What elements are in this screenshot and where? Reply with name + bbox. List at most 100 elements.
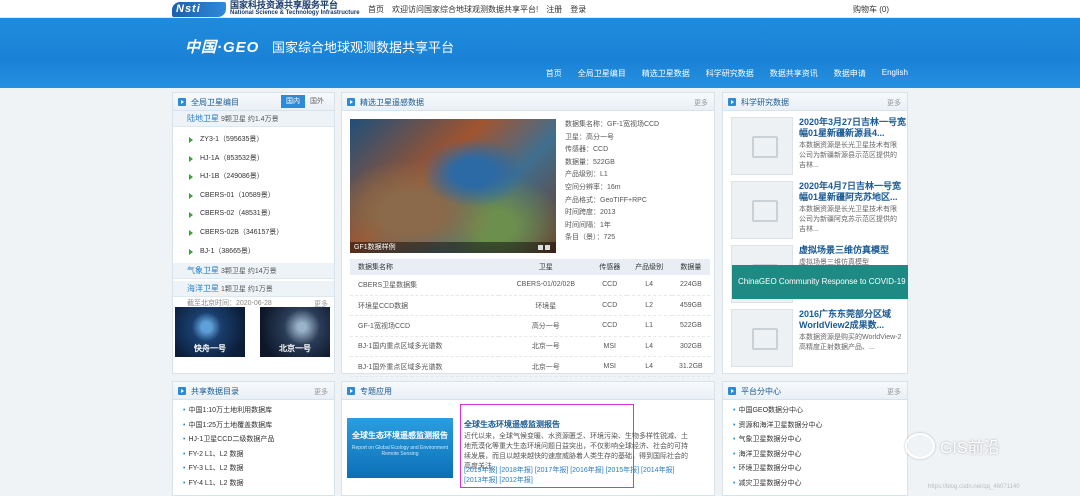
platform-more-link[interactable]: 更多 — [887, 387, 901, 397]
nsti-logo[interactable]: Nsti 国家科技资源共享服务平台 National Science & Tec… — [172, 0, 360, 18]
list-item[interactable]: 中国1:25万土地覆盖数据库 — [183, 419, 334, 434]
image-placeholder-icon — [731, 117, 793, 175]
green-arrow-icon — [189, 193, 193, 200]
table-row[interactable]: BJ-1国外重点区域多光谱数 北京一号 MSI L4 31.2GB — [350, 356, 710, 378]
logo-cn-text: 国家科技资源共享服务平台 — [230, 0, 339, 10]
wechat-icon — [905, 433, 935, 459]
list-item[interactable]: CBERS-01（10589景） — [189, 187, 334, 206]
list-item[interactable]: ZY3-1（595635景） — [189, 131, 334, 150]
top-bar: Nsti 国家科技资源共享服务平台 National Science & Tec… — [0, 0, 1080, 18]
logo-mark: Nsti — [172, 1, 226, 17]
site-title: 国家综合地球观测数据共享平台 — [272, 40, 455, 55]
top-home-link[interactable]: 首页 — [368, 4, 384, 15]
land-satellite-list: ZY3-1（595635景） HJ-1A（853532景） HJ-1B（2490… — [173, 127, 334, 261]
shared-more-link[interactable]: 更多 — [314, 387, 328, 397]
table-row[interactable]: GF-1宽视场CCD 高分一号 CCD L1 522GB — [350, 315, 710, 337]
shared-data-panel: 共享数据目录 更多 中国1:10万土地利用数据库 中国1:25万土地覆盖数据库 … — [172, 381, 335, 496]
list-item[interactable]: HJ-1B（249086景） — [189, 168, 334, 187]
platform-panel: 平台分中心 更多 中国GEO数据分中心 资源和海洋卫星数据分中心 气象卫星数据分… — [722, 381, 908, 496]
list-item[interactable]: FY-3 L1、L2 数据 — [183, 462, 334, 477]
topic-title: 专题应用 — [360, 387, 392, 396]
selected-data-panel: 精选卫星遥感数据 更多 GF1数据样例 数据集名称：GF-1宽视场CCD 卫星：… — [341, 92, 715, 378]
kuaizhou-thumbnail[interactable]: 快舟一号 — [175, 307, 245, 357]
nav-english[interactable]: English — [882, 68, 908, 79]
research-item[interactable]: 2020年3月27日吉林一号宽幅01星新疆新源县4... 本数据资源是长光卫星技… — [731, 117, 906, 181]
list-item[interactable]: CBERS-02B（346157景） — [189, 224, 334, 243]
nav-research-data[interactable]: 科学研究数据 — [706, 68, 754, 79]
green-arrow-icon — [189, 248, 193, 255]
list-item[interactable]: 中国1:10万土地利用数据库 — [183, 404, 334, 419]
dataset-metadata: 数据集名称：GF-1宽视场CCD 卫星：高分一号 传感器：CCD 数据量：522… — [565, 121, 660, 242]
list-item[interactable]: HJ-1A（853532景） — [189, 150, 334, 169]
tab-domestic[interactable]: 国内 — [281, 95, 305, 108]
list-item[interactable]: 海洋卫星数据分中心 — [733, 448, 907, 463]
research-more-link[interactable]: 更多 — [887, 98, 901, 108]
research-item[interactable]: 2020年4月7日吉林一号宽幅01星新疆阿克苏地区... 本数据资源是长光卫星技… — [731, 181, 903, 245]
panel-arrow-icon — [728, 387, 736, 395]
research-panel: 科学研究数据 更多 2020年3月27日吉林一号宽幅01星新疆新源县4... 本… — [722, 92, 908, 374]
table-row[interactable]: CBERS卫星数据集 CBERS-01/02/02B CCD L4 224GB — [350, 275, 710, 296]
weather-satellite-header[interactable]: 气象卫星 3颗卫星 约14万景 — [173, 263, 334, 280]
topic-panel: 专题应用 全球生态环境遥感监测报告 Report on Global Ecolo… — [341, 381, 715, 496]
report-title-link[interactable]: 全球生态环境遥感监测报告 — [464, 419, 560, 430]
slide-dot[interactable] — [545, 245, 550, 250]
header-banner: 中国·GEO 国家综合地球观测数据共享平台 首页 全局卫星编目 精选卫星数据 科… — [0, 18, 1080, 88]
panel-arrow-icon — [347, 98, 355, 106]
tab-foreign[interactable]: 国外 — [305, 95, 329, 108]
panel-arrow-icon — [728, 98, 736, 106]
ocean-satellite-header[interactable]: 海洋卫星 1颗卫星 约1万景 — [173, 281, 334, 298]
list-item[interactable]: BJ-1（38665景） — [189, 243, 334, 262]
panel-arrow-icon — [178, 387, 186, 395]
dataset-table: 数据集名称 卫星 传感器 产品级别 数据量 CBERS卫星数据集 CBERS-01… — [350, 259, 710, 378]
list-item[interactable]: CBERS-02（48531景） — [189, 205, 334, 224]
nav-news[interactable]: 数据共享资讯 — [770, 68, 818, 79]
image-caption: GF1数据样例 — [350, 242, 556, 253]
panel-arrow-icon — [178, 98, 186, 106]
list-item[interactable]: 气象卫星数据分中心 — [733, 433, 907, 448]
main-nav: 首页 全局卫星编目 精选卫星数据 科学研究数据 数据共享资讯 数据申请 Engl… — [546, 68, 908, 79]
nav-selected-data[interactable]: 精选卫星数据 — [642, 68, 690, 79]
green-arrow-icon — [189, 174, 193, 181]
table-row[interactable]: 环境星CCD数据 环境星 CCD L2 459GB — [350, 295, 710, 317]
list-item[interactable]: 中国GEO数据分中心 — [733, 404, 907, 419]
green-arrow-icon — [189, 155, 193, 162]
green-arrow-icon — [189, 137, 193, 144]
panel-arrow-icon — [347, 387, 355, 395]
green-arrow-icon — [189, 230, 193, 237]
research-item[interactable]: 2016广东东莞部分区域WorldView2成果数... 本数据资源是购买的Wo… — [731, 309, 903, 373]
report-cover-image[interactable]: 全球生态环境遥感监测报告 Report on Global Ecology an… — [347, 418, 453, 478]
table-row[interactable]: BJ-1国内重点区域多光谱数 北京一号 MSI L4 302GB — [350, 336, 710, 358]
shared-title: 共享数据目录 — [191, 387, 239, 396]
image-placeholder-icon — [731, 309, 793, 367]
catalog-title: 全局卫星编目 — [191, 98, 239, 107]
china-geo-logo[interactable]: 中国·GEO — [185, 36, 259, 57]
land-satellite-header[interactable]: 陆地卫星 9颗卫星 约1.4万景 — [173, 111, 334, 127]
slide-dot[interactable] — [538, 245, 543, 250]
list-item[interactable]: FY-2 L1、L2 数据 — [183, 448, 334, 463]
logo-en-text: National Science & Technology Infrastruc… — [230, 10, 360, 16]
nav-global-catalog[interactable]: 全局卫星编目 — [578, 68, 626, 79]
satellite-sample-image[interactable]: GF1数据样例 — [350, 119, 556, 253]
cart-link[interactable]: 购物车 (0) — [853, 4, 889, 15]
covid-banner[interactable]: ChinaGEO Community Response to COVID-19 — [732, 265, 908, 299]
watermark: GIS前沿 — [905, 433, 1000, 459]
nav-data-request[interactable]: 数据申请 — [834, 68, 866, 79]
list-item[interactable]: FY-4 L1、L2 数据 — [183, 477, 334, 492]
register-link[interactable]: 注册 — [546, 4, 562, 15]
image-placeholder-icon — [731, 181, 793, 239]
list-item[interactable]: 资源和海洋卫星数据分中心 — [733, 419, 907, 434]
welcome-text: 欢迎访问国家综合地球观测数据共享平台! — [392, 5, 539, 14]
report-year-links[interactable]: [2019年报] [2018年报] [2017年报] [2016年报] [201… — [464, 466, 692, 486]
login-link[interactable]: 登录 — [570, 4, 586, 15]
list-item[interactable]: 减灾卫星数据分中心 — [733, 477, 907, 492]
watermark-url: https://blog.csdn.net/qq_46071140 — [928, 484, 1020, 490]
platform-title: 平台分中心 — [741, 387, 781, 396]
research-title: 科学研究数据 — [741, 98, 789, 107]
nav-home[interactable]: 首页 — [546, 68, 562, 79]
catalog-panel: 全局卫星编目 国内 国外 陆地卫星 9颗卫星 约1.4万景 ZY3-1（59563… — [172, 92, 335, 374]
list-item[interactable]: HJ-1卫星CCD二级数据产品 — [183, 433, 334, 448]
beijing-thumbnail[interactable]: 北京一号 — [260, 307, 330, 357]
selected-title: 精选卫星遥感数据 — [360, 98, 424, 107]
list-item[interactable]: 环境卫星数据分中心 — [733, 462, 907, 477]
selected-more-link[interactable]: 更多 — [694, 98, 708, 108]
